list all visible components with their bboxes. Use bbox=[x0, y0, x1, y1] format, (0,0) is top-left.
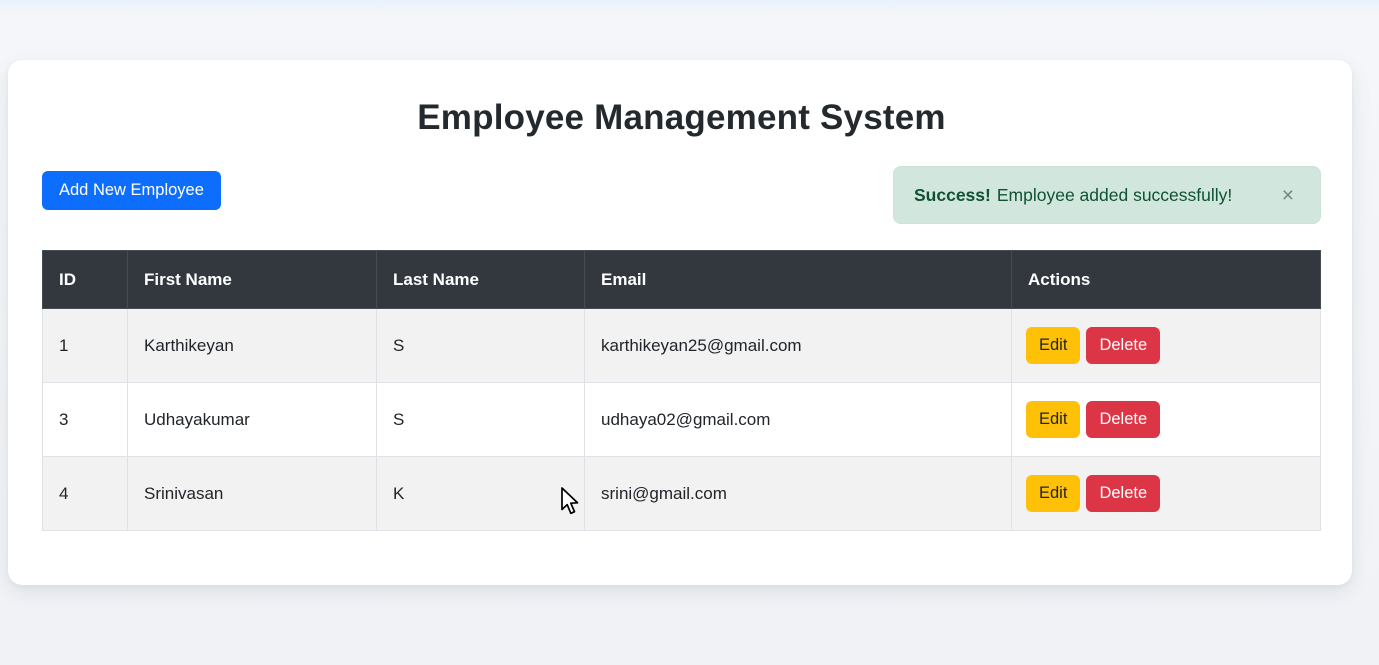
first-name-cell: Srinivasan bbox=[128, 457, 377, 531]
table-row: 1KarthikeyanSkarthikeyan25@gmail.comEdit… bbox=[43, 309, 1321, 383]
table-header: ID First Name Last Name Email Actions bbox=[43, 251, 1321, 309]
actions-cell: EditDelete bbox=[1012, 457, 1321, 531]
header-first-name: First Name bbox=[128, 251, 377, 309]
header-email: Email bbox=[585, 251, 1012, 309]
table-header-row: ID First Name Last Name Email Actions bbox=[43, 251, 1321, 309]
id-cell: 4 bbox=[43, 457, 128, 531]
edit-button[interactable]: Edit bbox=[1026, 475, 1080, 512]
employee-table-body: 1KarthikeyanSkarthikeyan25@gmail.comEdit… bbox=[43, 309, 1321, 531]
success-alert: Success! Employee added successfully! × bbox=[893, 166, 1321, 224]
main-card: Employee Management System Add New Emplo… bbox=[8, 60, 1352, 585]
first-name-cell: Karthikeyan bbox=[128, 309, 377, 383]
delete-button[interactable]: Delete bbox=[1086, 475, 1160, 512]
last-name-cell: S bbox=[377, 309, 585, 383]
last-name-cell: K bbox=[377, 457, 585, 531]
edit-button[interactable]: Edit bbox=[1026, 327, 1080, 364]
actions-cell: EditDelete bbox=[1012, 309, 1321, 383]
actions-cell: EditDelete bbox=[1012, 383, 1321, 457]
header-id: ID bbox=[43, 251, 128, 309]
employee-table: ID First Name Last Name Email Actions 1K… bbox=[42, 250, 1321, 531]
table-row: 3UdhayakumarSudhaya02@gmail.comEditDelet… bbox=[43, 383, 1321, 457]
email-cell: srini@gmail.com bbox=[585, 457, 1012, 531]
alert-message: Employee added successfully! bbox=[997, 185, 1232, 206]
toolbar: Add New Employee Success! Employee added… bbox=[42, 166, 1321, 224]
email-cell: udhaya02@gmail.com bbox=[585, 383, 1012, 457]
page-title: Employee Management System bbox=[42, 96, 1321, 140]
delete-button[interactable]: Delete bbox=[1086, 401, 1160, 438]
table-row: 4SrinivasanKsrini@gmail.comEditDelete bbox=[43, 457, 1321, 531]
alert-bold-text: Success! bbox=[914, 185, 991, 206]
alert-close-icon[interactable]: × bbox=[1276, 183, 1300, 208]
id-cell: 1 bbox=[43, 309, 128, 383]
header-last-name: Last Name bbox=[377, 251, 585, 309]
first-name-cell: Udhayakumar bbox=[128, 383, 377, 457]
header-actions: Actions bbox=[1012, 251, 1321, 309]
edit-button[interactable]: Edit bbox=[1026, 401, 1080, 438]
add-new-employee-button[interactable]: Add New Employee bbox=[42, 171, 221, 210]
email-cell: karthikeyan25@gmail.com bbox=[585, 309, 1012, 383]
id-cell: 3 bbox=[43, 383, 128, 457]
last-name-cell: S bbox=[377, 383, 585, 457]
delete-button[interactable]: Delete bbox=[1086, 327, 1160, 364]
